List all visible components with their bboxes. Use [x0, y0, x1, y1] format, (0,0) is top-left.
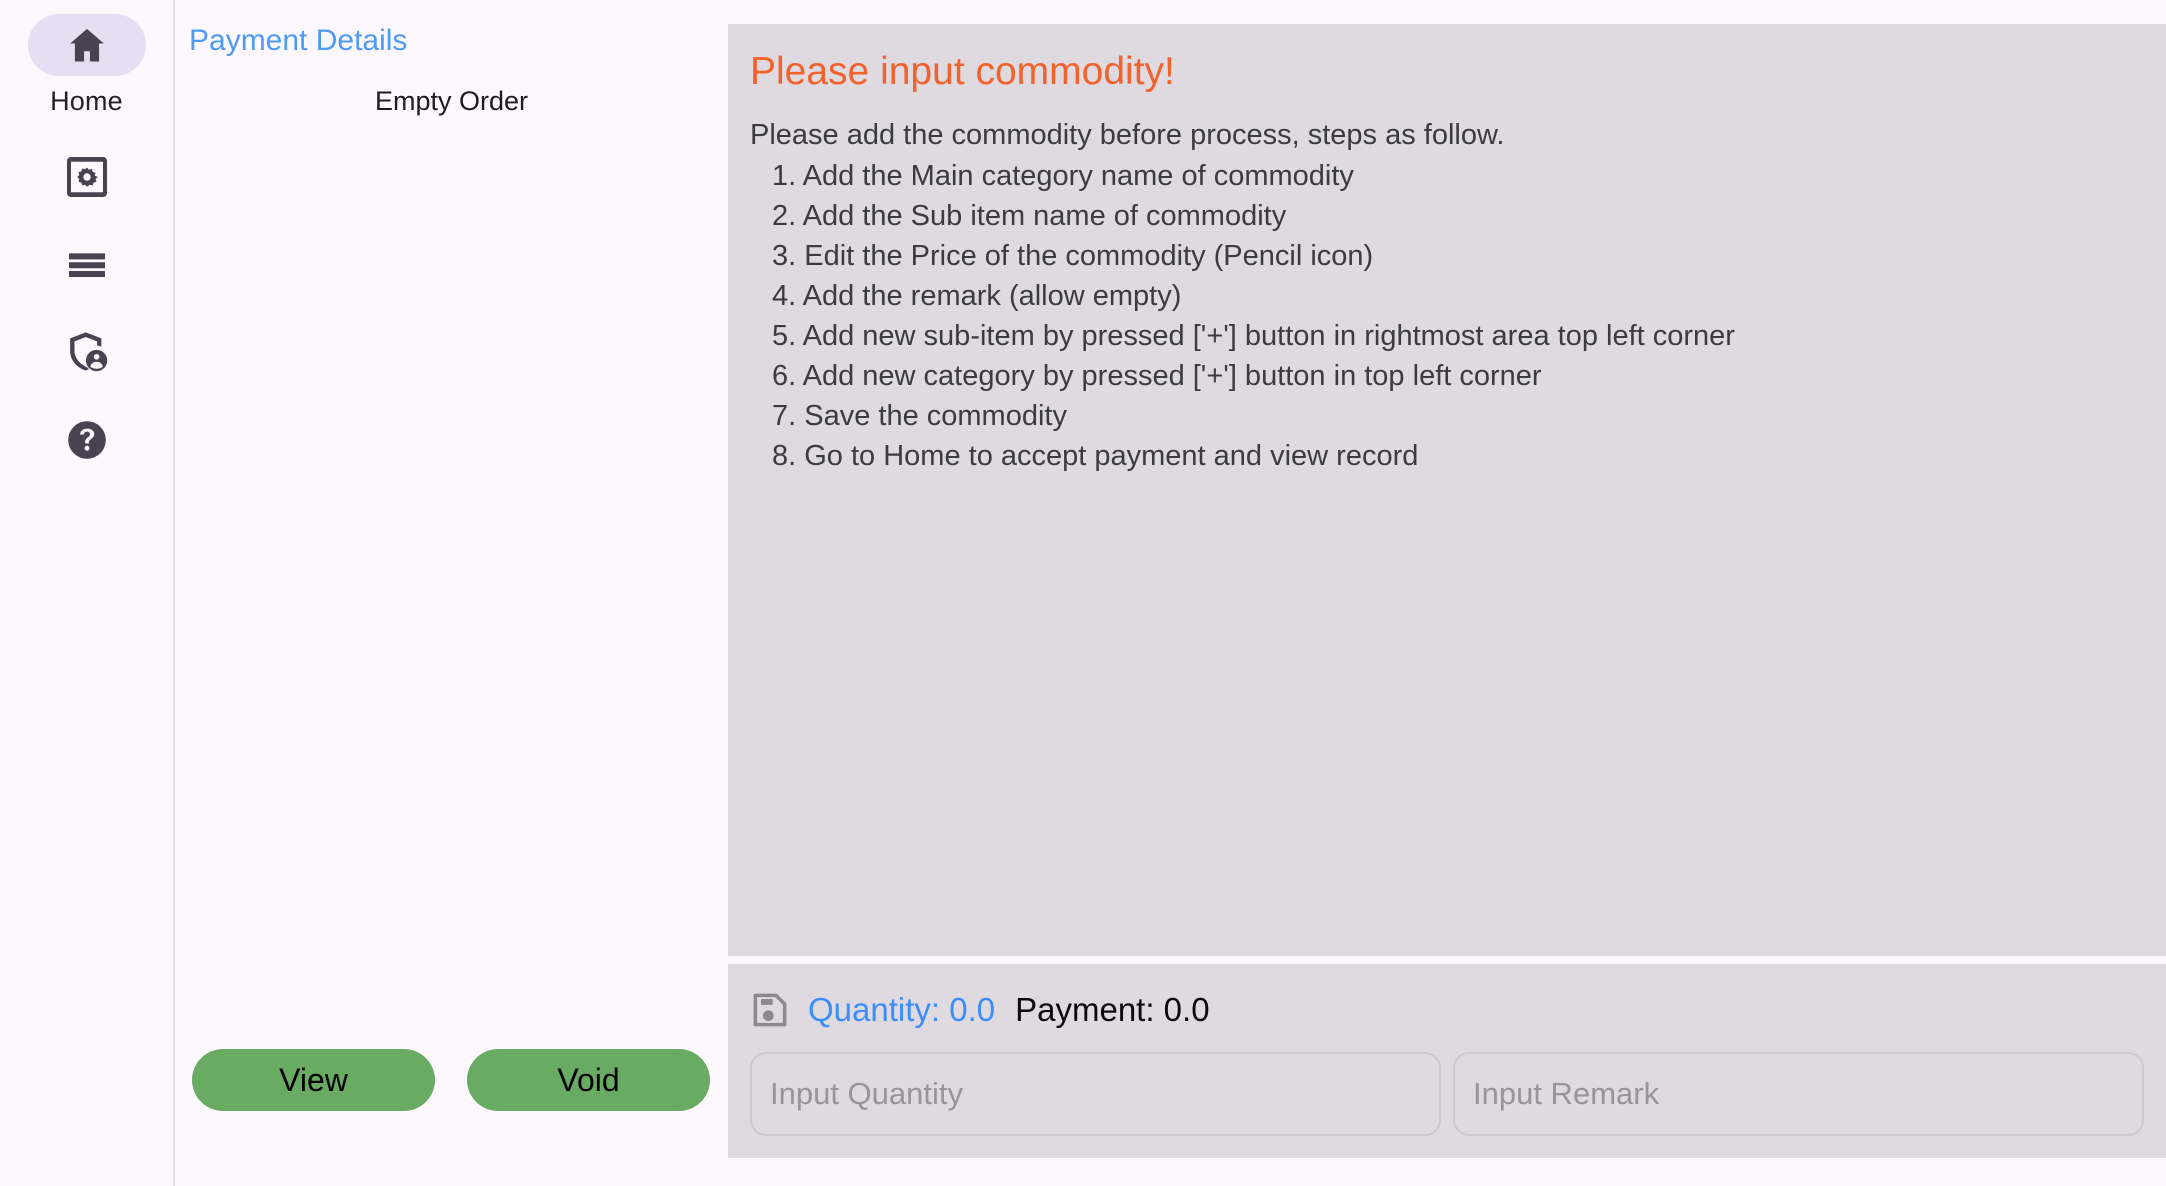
view-button[interactable]: View: [192, 1049, 435, 1111]
instruction-lead: Please add the commodity before process,…: [750, 118, 1505, 151]
totals-row: Quantity: 0.0 Payment: 0.0: [750, 982, 2144, 1038]
menu-bars-icon: [68, 253, 105, 277]
save-floppy-icon[interactable]: [750, 990, 790, 1030]
instruction-step: 8. Go to Home to accept payment and view…: [772, 439, 1419, 472]
instruction-step: 4. Add the remark (allow empty): [772, 279, 1182, 312]
inputs-row: [750, 1052, 2144, 1136]
payment-total: Payment: 0.0: [1015, 991, 1210, 1028]
order-actions: View Void: [192, 1049, 710, 1111]
payment-details-title: Payment Details: [189, 24, 408, 57]
instruction-panel: Please input commodity! Please add the c…: [728, 24, 2166, 956]
shield-person-icon: [69, 332, 107, 372]
sidebar-item-account-security[interactable]: [28, 322, 146, 384]
alert-title: Please input commodity!: [750, 50, 1175, 93]
instruction-step: 2. Add the Sub item name of commodity: [772, 199, 1287, 232]
instruction-steps: 1. Add the Main category name of commodi…: [750, 156, 2144, 476]
payment-details-panel: Payment Details Empty Order View Void: [175, 0, 728, 1186]
help-question-icon: [67, 421, 106, 459]
instruction-step: 5. Add new sub-item by pressed ['+'] but…: [772, 319, 1735, 352]
home-active-pill: [27, 14, 146, 76]
sidebar-item-home[interactable]: Home: [27, 14, 146, 117]
instruction-step: 7. Save the commodity: [772, 399, 1067, 432]
sidebar-item-menu[interactable]: [28, 234, 146, 296]
main-content: Please input commodity! Please add the c…: [728, 0, 2166, 1186]
home-icon: [69, 28, 104, 62]
void-button[interactable]: Void: [467, 1049, 710, 1111]
instruction-step: 1. Add the Main category name of commodi…: [772, 159, 1354, 192]
totals-panel: Quantity: 0.0 Payment: 0.0: [728, 964, 2166, 1158]
remark-input[interactable]: [1453, 1052, 2144, 1136]
sidebar-item-home-label: Home: [50, 86, 123, 116]
quantity-input[interactable]: [750, 1052, 1441, 1136]
instruction-step: 3. Edit the Price of the commodity (Penc…: [772, 239, 1374, 272]
app-root: Home Payment Details Empty Order View Vo…: [0, 0, 2166, 1186]
empty-order-text: Empty Order: [374, 86, 529, 116]
sidebar-item-settings[interactable]: [28, 146, 146, 208]
settings-gear-icon: [66, 157, 107, 197]
instruction-step: 6. Add new category by pressed ['+'] but…: [772, 359, 1542, 392]
quantity-total: Quantity: 0.0: [808, 991, 996, 1028]
sidebar-item-help[interactable]: [28, 409, 146, 471]
sidebar-rail: Home: [0, 0, 175, 1186]
